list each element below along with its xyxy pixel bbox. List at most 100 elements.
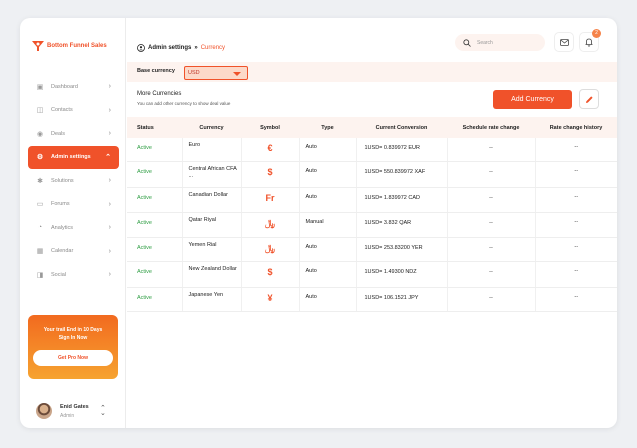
sidebar-item-admin-settings[interactable]: ⚙ Admin settings ⌃ bbox=[28, 145, 119, 169]
table-row[interactable]: Active Canadian Dollar Fr Auto 1USD= 1.83997… bbox=[127, 187, 617, 213]
edit-button[interactable] bbox=[579, 89, 599, 109]
breadcrumb-currency: Currency bbox=[200, 45, 226, 51]
chevron-right-icon[interactable]: › bbox=[109, 177, 111, 184]
cell-status: Active bbox=[127, 261, 183, 288]
cell-schedule-text: -- bbox=[489, 219, 493, 226]
cell-type: Auto bbox=[299, 287, 357, 312]
cell-type: Auto bbox=[299, 261, 357, 288]
cell-symbol: $ bbox=[241, 161, 300, 188]
brand-logo[interactable]: Bottom Funnel Sales bbox=[32, 40, 107, 52]
cell-history: -- bbox=[535, 237, 617, 262]
column-header-status[interactable]: Status bbox=[127, 117, 182, 138]
social-icon: ◨ bbox=[36, 271, 44, 279]
search-bar[interactable]: Search bbox=[455, 34, 545, 51]
cell-type: Auto bbox=[299, 161, 357, 188]
chevron-right-icon[interactable]: › bbox=[109, 83, 111, 90]
cell-history-text: -- bbox=[574, 193, 579, 200]
cell-history-text: -- bbox=[574, 218, 579, 225]
cell-status-text: Active bbox=[137, 194, 152, 201]
cell-schedule-text: -- bbox=[489, 268, 493, 275]
column-header-conversion[interactable]: Current Conversion bbox=[356, 117, 447, 138]
base-currency-value: USD bbox=[188, 70, 200, 76]
cell-status: Active bbox=[127, 237, 183, 262]
sidebar-item-label: Analytics bbox=[51, 224, 74, 231]
cell-schedule-text: -- bbox=[489, 194, 493, 201]
trial-promo-card: Your trail End in 10 Days Sign In Now Ge… bbox=[28, 315, 118, 379]
cell-conversion-text: 1USD= 550.839972 XAF bbox=[364, 168, 426, 175]
table-row[interactable]: Active Qatar Riyal ﷼ Manual 1USD= 3.832 QAR -… bbox=[127, 212, 617, 238]
cell-type: Auto bbox=[299, 138, 357, 162]
app-window: Bottom Funnel Sales ▣ Dashboard › ◫ Contacts… bbox=[20, 18, 617, 428]
chevron-up-icon[interactable]: ⌃ bbox=[105, 153, 111, 161]
chevron-right-icon[interactable]: › bbox=[109, 271, 111, 278]
cell-type-text: Auto bbox=[305, 144, 317, 150]
sidebar-item-label: Deals bbox=[51, 130, 66, 137]
cell-currency-text: Japanese Yen bbox=[188, 291, 224, 298]
table-row[interactable]: Active Central African CFA ... $ Auto 1USD= … bbox=[127, 161, 617, 188]
sidebar-item-label: Forums bbox=[51, 201, 70, 208]
column-header-currency[interactable]: Currency bbox=[182, 117, 241, 138]
sidebar-item-solutions[interactable]: ✱ Solutions › bbox=[28, 169, 119, 193]
dashboard-icon: ▣ bbox=[36, 83, 44, 91]
cell-symbol-text: Fr bbox=[265, 192, 275, 203]
column-header-symbol[interactable]: Symbol bbox=[241, 117, 299, 138]
table-row[interactable]: Active New Zealand Dollar $ Auto 1USD= 1.493… bbox=[127, 261, 617, 288]
cell-currency-text: Canadian Dollar bbox=[188, 191, 228, 198]
chevron-right-icon[interactable]: › bbox=[109, 201, 111, 208]
mail-button[interactable] bbox=[554, 32, 574, 52]
breadcrumb-admin-settings[interactable]: Admin settings bbox=[148, 45, 191, 51]
chevron-right-icon[interactable]: › bbox=[109, 130, 111, 137]
table-row[interactable]: Active Japanese Yen ¥ Auto 1USD= 106.1521 JP… bbox=[127, 287, 617, 312]
column-header-schedule[interactable]: Schedule rate change bbox=[447, 117, 535, 138]
cell-schedule: -- bbox=[447, 161, 536, 188]
user-profile[interactable]: Enid Gates Admin ⌃ ⌄ bbox=[36, 400, 116, 422]
cell-status: Active bbox=[127, 187, 183, 213]
sidebar-item-social[interactable]: ◨ Social › bbox=[28, 263, 119, 287]
column-header-type[interactable]: Type bbox=[299, 117, 356, 138]
more-currencies-title: More Currencies bbox=[137, 91, 182, 97]
cell-currency: Yemen Rial bbox=[182, 237, 242, 262]
cell-conversion-text: 1USD= 1.49300 NDZ bbox=[364, 268, 417, 275]
cell-currency-text: Qatar Riyal bbox=[188, 216, 217, 223]
chevron-right-icon[interactable]: › bbox=[109, 248, 111, 255]
chevron-right-icon[interactable]: › bbox=[109, 107, 111, 114]
bell-icon bbox=[585, 38, 593, 47]
sidebar-item-label: Solutions bbox=[51, 177, 74, 184]
cell-status-text: Active bbox=[137, 244, 152, 251]
sidebar-item-analytics[interactable]: ◔ Analytics › bbox=[28, 216, 119, 240]
analytics-icon: ◔ bbox=[37, 224, 43, 232]
sidebar: Bottom Funnel Sales ▣ Dashboard › ◫ Contacts… bbox=[20, 18, 126, 428]
sidebar-item-dashboard[interactable]: ▣ Dashboard › bbox=[28, 75, 119, 99]
chevron-right-icon[interactable]: › bbox=[109, 224, 111, 231]
cell-symbol: ﷼ bbox=[241, 212, 300, 238]
table-row[interactable]: Active Euro € Auto 1USD= 0.839972 EUR -- -- bbox=[127, 138, 617, 162]
notification-badge: 2 bbox=[592, 29, 601, 38]
table-row[interactable]: Active Yemen Rial ﷼ Auto 1USD= 253.83200 YER… bbox=[127, 237, 617, 262]
cell-symbol: € bbox=[241, 138, 300, 162]
search-input[interactable]: Search bbox=[477, 40, 493, 46]
cell-status-text: Active bbox=[137, 168, 152, 175]
currency-table: Status Currency Symbol Type Current Conv… bbox=[127, 117, 617, 312]
sidebar-item-contacts[interactable]: ◫ Contacts › bbox=[28, 99, 119, 123]
cell-status-text: Active bbox=[137, 268, 152, 275]
cell-status: Active bbox=[127, 287, 183, 312]
base-currency-select[interactable]: USD bbox=[184, 66, 248, 80]
cell-conversion: 1USD= 253.83200 YER bbox=[356, 237, 448, 262]
main-content: Admin settings » Currency Search 2 Base … bbox=[127, 18, 617, 428]
cell-type-text: Auto bbox=[305, 293, 317, 300]
cell-symbol-text: ﷼ bbox=[265, 242, 275, 253]
column-header-history[interactable]: Rate change history bbox=[535, 117, 617, 138]
add-currency-button[interactable]: Add Currency bbox=[493, 90, 572, 109]
cell-conversion-text: 1USD= 106.1521 JPY bbox=[364, 294, 419, 301]
cell-conversion: 1USD= 1.49300 NDZ bbox=[356, 261, 448, 288]
get-pro-button[interactable]: Get Pro Now bbox=[33, 350, 113, 366]
cell-history-text: -- bbox=[574, 243, 579, 250]
chevron-up-down-icon[interactable]: ⌃ ⌄ bbox=[100, 405, 106, 417]
sidebar-item-deals[interactable]: ◉ Deals › bbox=[28, 122, 119, 146]
cell-symbol: ﷼ bbox=[241, 237, 300, 262]
sidebar-item-calendar[interactable]: ▦ Calendar › bbox=[28, 240, 119, 264]
deals-icon: ◉ bbox=[36, 130, 44, 138]
admin-user-icon bbox=[137, 44, 145, 52]
sidebar-item-forums[interactable]: ▭ Forums › bbox=[28, 193, 119, 217]
base-currency-bar: Base currency USD bbox=[127, 62, 617, 82]
